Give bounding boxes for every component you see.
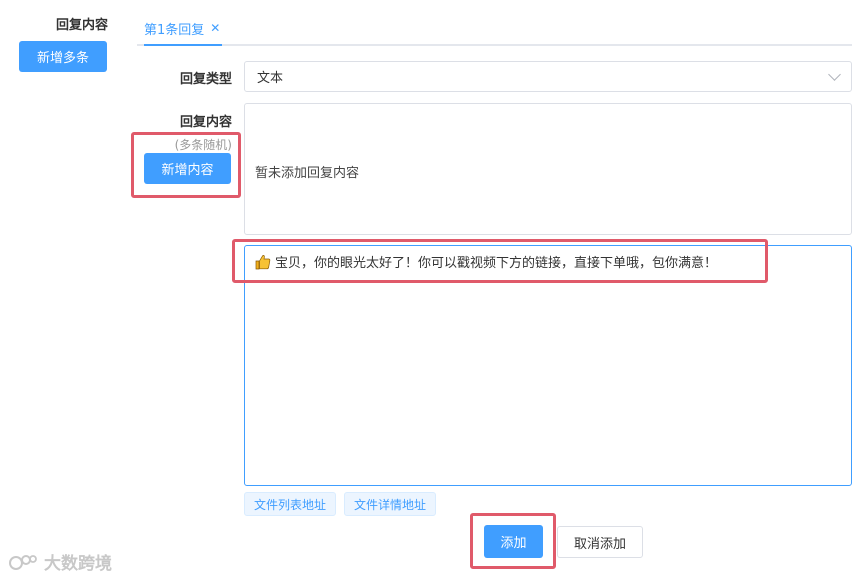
empty-content-text: 暂未添加回复内容: [255, 166, 360, 181]
highlight-box: [470, 513, 556, 569]
close-icon[interactable]: ✕: [210, 21, 220, 35]
watermark-logo: [9, 554, 37, 570]
reply-content-label: 回复内容: [179, 115, 232, 130]
tab-label: 第1条回复: [144, 22, 205, 38]
reply-type-value: 文本: [257, 71, 284, 86]
chevron-down-icon: [828, 68, 841, 81]
tab-reply-1[interactable]: 第1条回复 ✕: [144, 12, 223, 46]
add-multiple-button[interactable]: 新增多条: [19, 41, 107, 72]
watermark: 大数跨境: [8, 549, 112, 574]
highlight-box: [131, 132, 241, 198]
reply-content-section-label: 回复内容: [55, 18, 108, 33]
reply-type-select[interactable]: 文本: [244, 61, 852, 92]
cancel-add-button[interactable]: 取消添加: [557, 526, 643, 558]
highlight-box: [232, 239, 768, 283]
file-list-url-button[interactable]: 文件列表地址: [244, 492, 336, 516]
reply-tabs: 第1条回复 ✕: [137, 12, 852, 46]
reply-type-label: 回复类型: [179, 72, 232, 87]
watermark-text: 大数跨境: [44, 554, 112, 574]
file-detail-url-button[interactable]: 文件详情地址: [344, 492, 436, 516]
